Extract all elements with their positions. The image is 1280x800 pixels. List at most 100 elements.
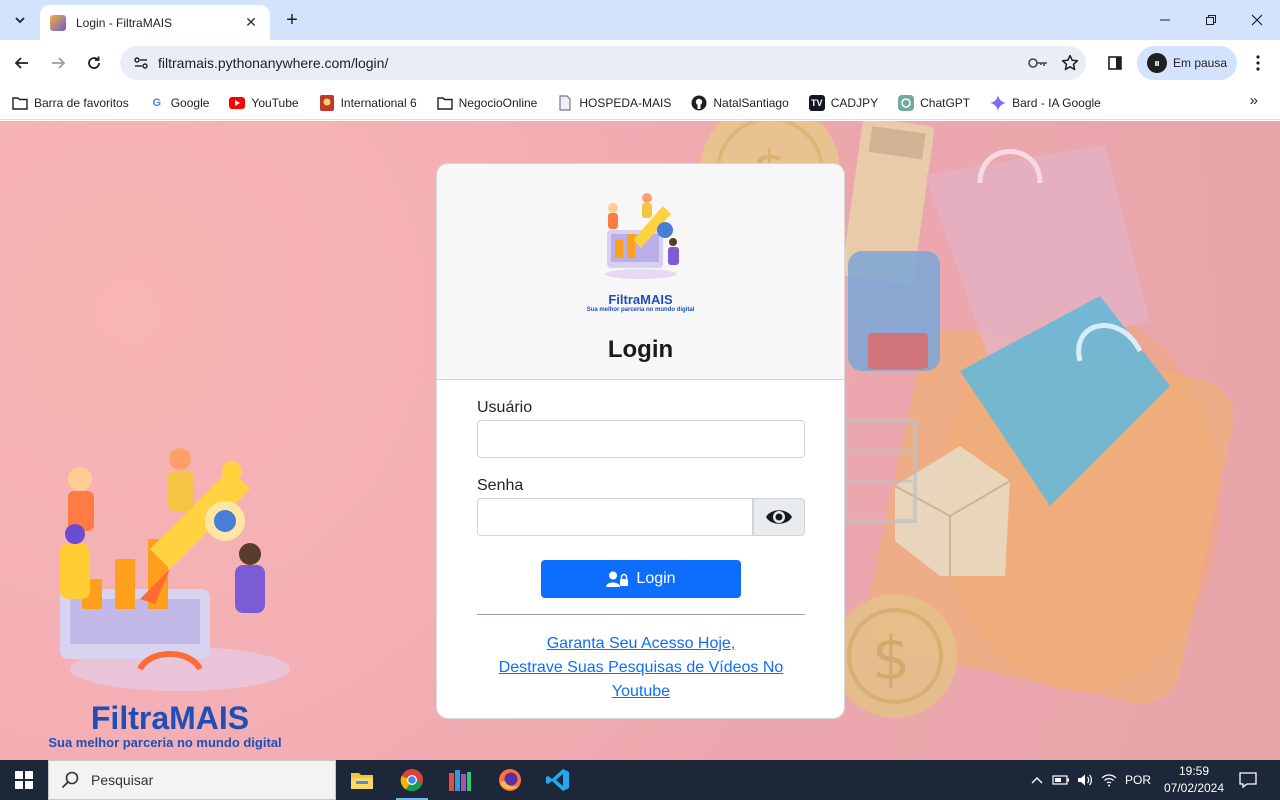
- youtube-icon: [229, 95, 246, 111]
- login-title: Login: [607, 336, 674, 363]
- promo-link-line2[interactable]: Destrave Suas Pesquisas de Vídeos No: [477, 656, 805, 680]
- close-tab-icon[interactable]: ✕: [242, 14, 260, 32]
- taskbar-file-explorer[interactable]: [338, 760, 386, 800]
- chevron-down-icon: [15, 17, 25, 24]
- wifi-icon[interactable]: [1098, 760, 1120, 800]
- bookmark-star-icon[interactable]: [1054, 49, 1086, 77]
- taskbar-search-placeholder: Pesquisar: [91, 772, 154, 788]
- browser-toolbar: filtramais.pythonanywhere.com/login/ ⏸ E…: [0, 40, 1280, 86]
- card-brand-name: FiltraMAIS: [608, 292, 673, 307]
- card-brand-tagline: Sua melhor parceria no mundo digital: [586, 307, 695, 313]
- login-button-label: Login: [636, 570, 676, 587]
- promo-link-line3[interactable]: Youtube: [477, 680, 805, 704]
- bookmark-label: ChatGPT: [920, 95, 971, 110]
- minimize-icon: [1160, 19, 1170, 21]
- password-label: Senha: [477, 477, 524, 494]
- eye-icon: [766, 510, 792, 524]
- login-card-header: FiltraMAIS Sua melhor parceria no mundo …: [437, 164, 844, 380]
- profile-button[interactable]: ⏸ Em pausa: [1137, 46, 1237, 80]
- back-arrow-icon: [14, 57, 28, 69]
- close-window-button[interactable]: [1234, 0, 1280, 40]
- system-clock[interactable]: 19:59 07/02/2024: [1158, 763, 1230, 797]
- bookmark-barra-de-favoritos[interactable]: Barra de favoritos: [12, 89, 137, 117]
- international-icon: [319, 94, 335, 111]
- username-label: Usuário: [477, 399, 533, 416]
- url-text: filtramais.pythonanywhere.com/login/: [158, 55, 389, 71]
- bookmark-google[interactable]: G Google: [149, 89, 218, 117]
- background-brand-name: FiltraMAIS: [90, 700, 250, 736]
- login-card: FiltraMAIS Sua melhor parceria no mundo …: [436, 163, 845, 719]
- bookmark-label: Bard - IA Google: [1012, 95, 1101, 110]
- new-tab-button[interactable]: +: [280, 8, 304, 32]
- back-button[interactable]: [8, 49, 36, 77]
- bookmark-label: International 6: [340, 95, 417, 110]
- folder-icon: [12, 95, 28, 111]
- chatgpt-icon: [898, 94, 915, 111]
- restore-button[interactable]: [1188, 0, 1234, 40]
- github-icon: [691, 95, 707, 111]
- taskbar-vscode[interactable]: [534, 760, 582, 800]
- address-bar[interactable]: filtramais.pythonanywhere.com/login/: [120, 46, 1086, 80]
- bookmark-international-6[interactable]: International 6: [319, 89, 425, 117]
- reload-button[interactable]: [80, 49, 108, 77]
- password-key-icon[interactable]: [1022, 49, 1054, 77]
- menu-button[interactable]: [1246, 49, 1270, 77]
- search-icon: [61, 771, 79, 789]
- close-icon: [1251, 14, 1263, 26]
- bookmark-negocioonline[interactable]: NegocioOnline: [436, 89, 546, 117]
- bookmark-natalsantiago[interactable]: NatalSantiago: [691, 89, 796, 117]
- language-indicator[interactable]: POR: [1122, 760, 1154, 800]
- divider: [477, 614, 805, 615]
- paused-profile-icon: ⏸: [1147, 53, 1167, 73]
- more-bookmarks-icon[interactable]: »: [1250, 92, 1258, 109]
- taskbar-firefox[interactable]: [486, 760, 534, 800]
- bookmark-chatgpt[interactable]: ChatGPT: [898, 89, 978, 117]
- background-brand-tagline: Sua melhor parceria no mundo digital: [48, 735, 282, 750]
- reload-icon: [88, 56, 100, 69]
- bookmark-label: HOSPEDA-MAIS: [579, 95, 672, 110]
- password-input[interactable]: [477, 498, 753, 536]
- profile-label: Em pausa: [1173, 56, 1228, 70]
- file-explorer-icon: [351, 773, 373, 789]
- toggle-password-button[interactable]: [753, 498, 805, 536]
- battery-icon[interactable]: [1050, 760, 1072, 800]
- active-tab[interactable]: Login - FiltraMAIS ✕: [40, 5, 270, 40]
- books-icon: [449, 770, 471, 791]
- bookmark-youtube[interactable]: YouTube: [229, 89, 306, 117]
- svg-text:$: $: [872, 624, 910, 694]
- vscode-icon: [546, 769, 569, 791]
- bookmark-bard[interactable]: Bard - IA Google: [990, 89, 1109, 117]
- forward-button[interactable]: [44, 49, 72, 77]
- promo-link-line1[interactable]: Garanta Seu Acesso Hoje,: [477, 632, 805, 656]
- notifications-icon[interactable]: [1234, 760, 1262, 800]
- restore-icon: [1206, 15, 1216, 25]
- site-favicon-icon: [50, 14, 66, 31]
- username-input[interactable]: [477, 420, 805, 458]
- bookmark-cadjpy[interactable]: TV CADJPY: [808, 89, 886, 117]
- minimize-button[interactable]: [1142, 0, 1188, 40]
- tray-overflow-icon[interactable]: [1026, 760, 1048, 800]
- bookmark-label: Barra de favoritos: [34, 95, 129, 110]
- clock-date: 07/02/2024: [1163, 781, 1225, 795]
- forward-arrow-icon: [52, 57, 66, 69]
- tab-search-button[interactable]: [6, 6, 34, 34]
- bookmark-label: CADJPY: [830, 95, 879, 110]
- volume-icon[interactable]: [1074, 760, 1096, 800]
- document-icon: [557, 94, 573, 111]
- bard-icon: [990, 94, 1007, 111]
- google-icon: G: [152, 96, 161, 109]
- site-info-icon[interactable]: [126, 49, 156, 77]
- tradingview-icon: TV: [808, 94, 825, 111]
- start-button[interactable]: [0, 760, 48, 800]
- taskbar-search-box[interactable]: Pesquisar: [48, 760, 336, 800]
- tab-strip: Login - FiltraMAIS ✕ +: [0, 0, 1280, 40]
- bookmark-label: YouTube: [251, 95, 299, 110]
- folder-icon: [436, 95, 453, 111]
- brand-illustration: [60, 448, 290, 691]
- taskbar-chrome[interactable]: [388, 760, 436, 800]
- login-button[interactable]: Login: [541, 560, 741, 598]
- side-panel-button[interactable]: [1101, 49, 1129, 77]
- bookmark-hospeda-mais[interactable]: HOSPEDA-MAIS: [557, 89, 679, 117]
- taskbar-books-app[interactable]: [436, 760, 484, 800]
- bookmarks-bar: Barra de favoritos G Google YouTube Inte…: [0, 86, 1280, 120]
